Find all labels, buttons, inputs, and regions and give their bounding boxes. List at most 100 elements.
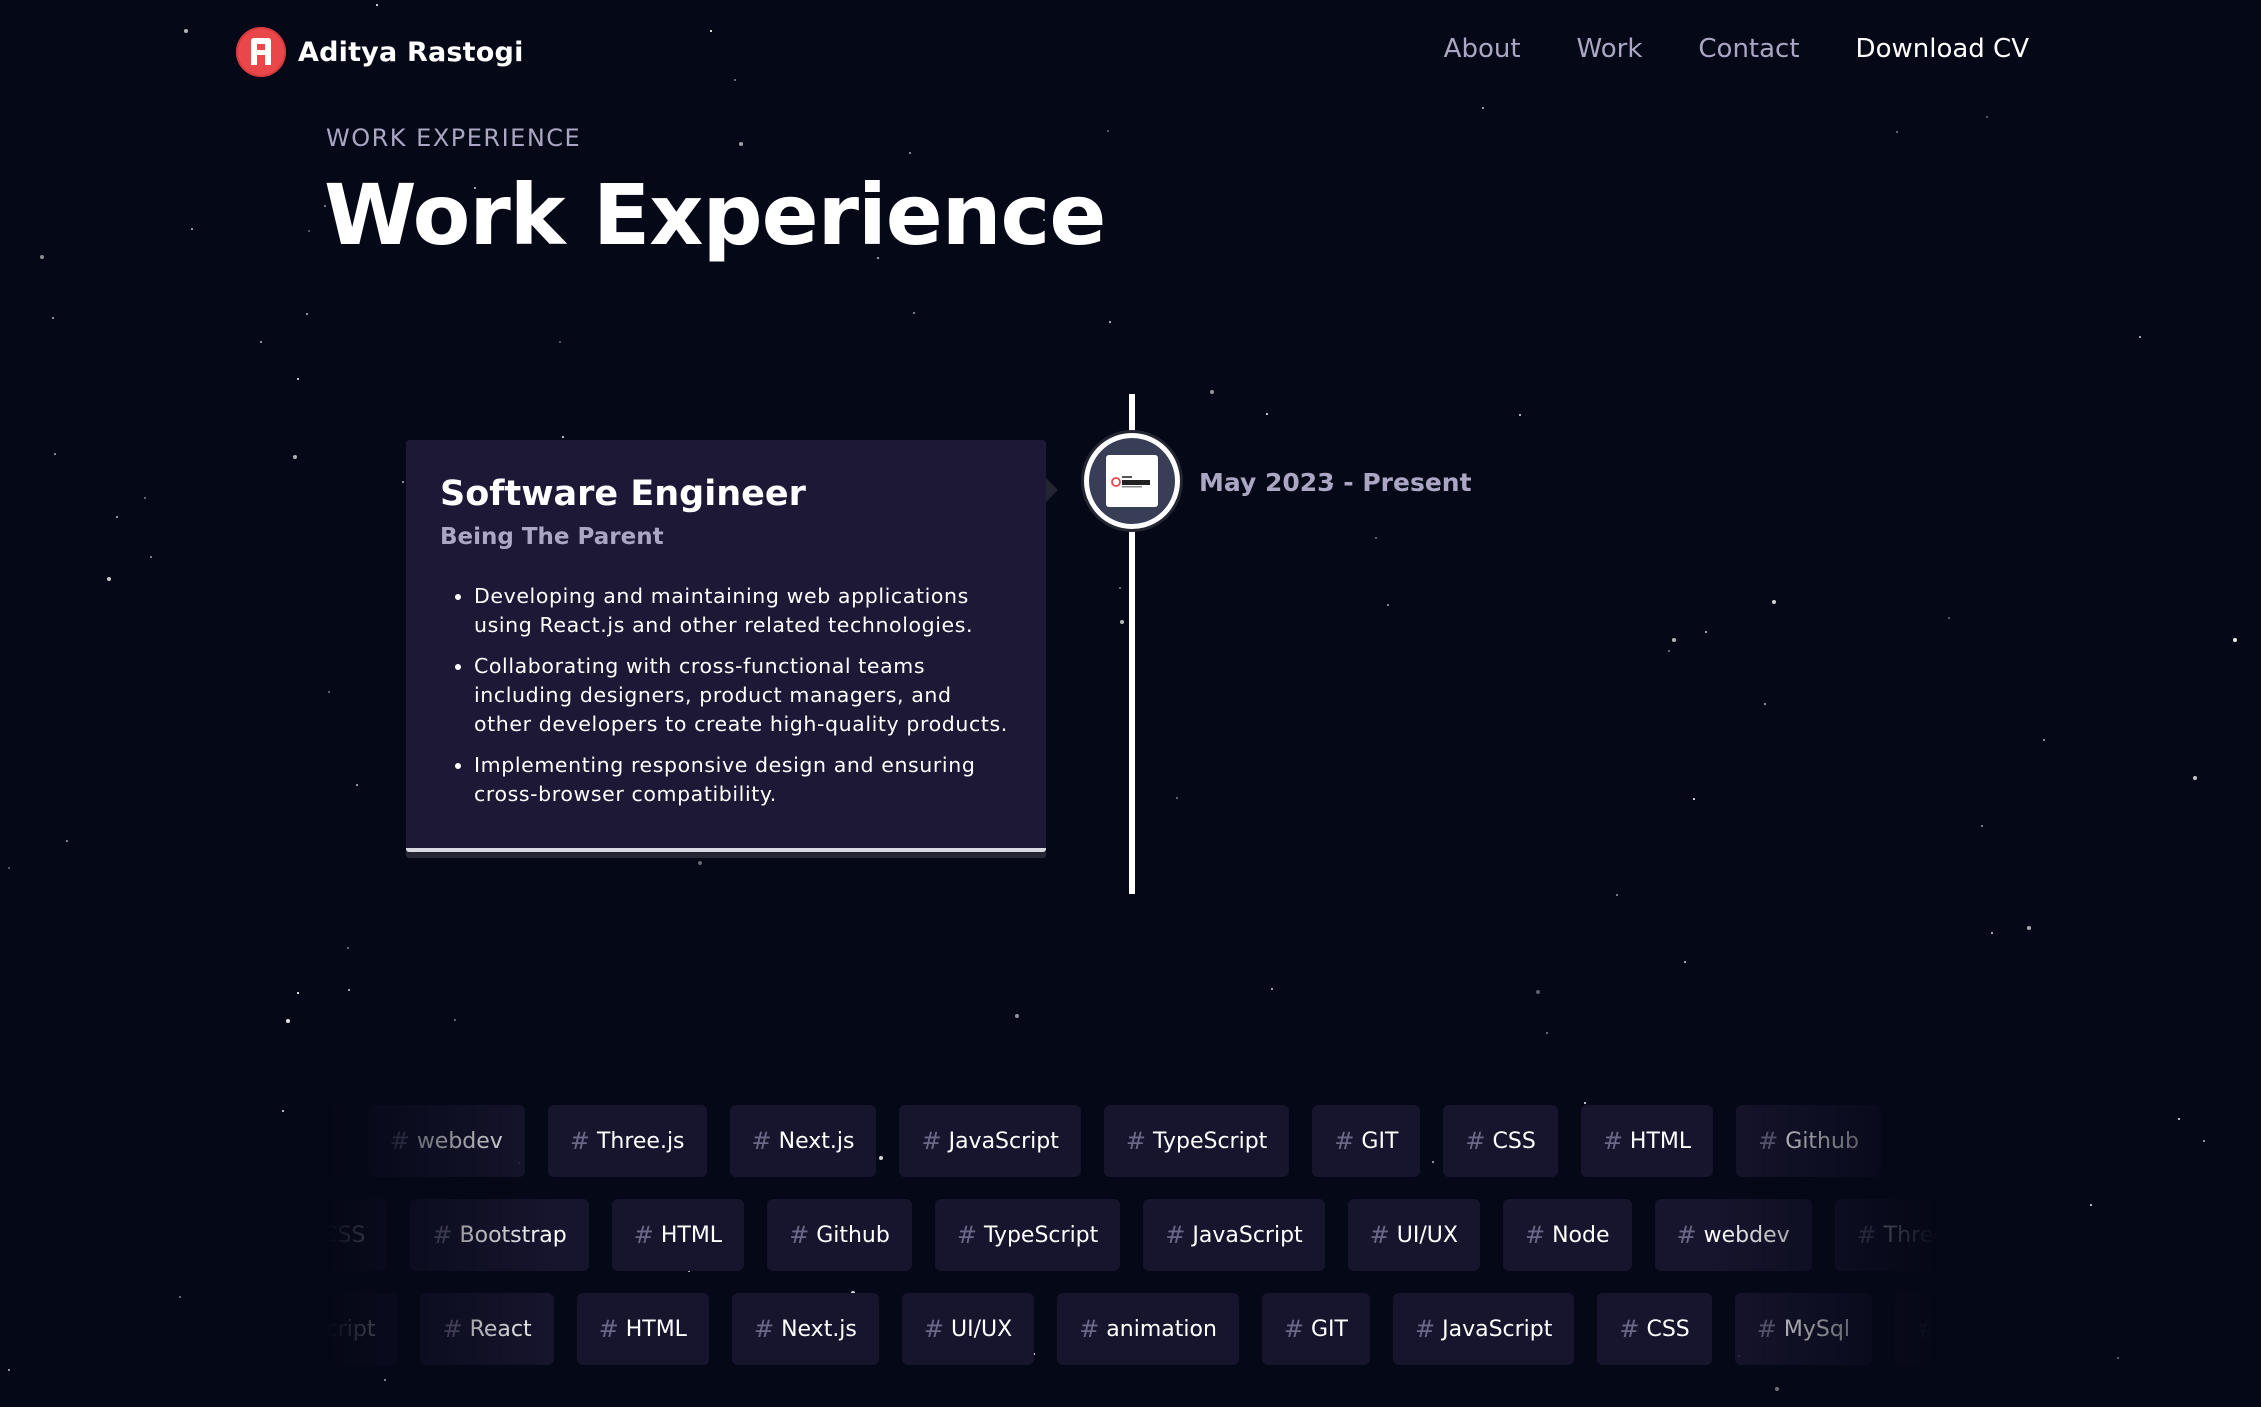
hash-icon: # xyxy=(921,1127,942,1155)
tag-chip[interactable]: # UI/UX xyxy=(901,1293,1035,1365)
tag-chip[interactable]: #animation xyxy=(326,1105,345,1177)
star xyxy=(8,1369,10,1371)
star xyxy=(282,1110,284,1112)
download-cv-link[interactable]: Download CV xyxy=(1856,34,2029,64)
tag-chip[interactable]: #TypeScript xyxy=(1894,1293,1938,1365)
star xyxy=(1107,130,1109,132)
tag-chip[interactable]: # webdev xyxy=(1654,1199,1812,1271)
tag-chip[interactable]: # React xyxy=(420,1293,554,1365)
tag-chip[interactable]: # JavaScript xyxy=(1143,1199,1325,1271)
star xyxy=(306,313,308,315)
star xyxy=(1120,620,1124,624)
hash-icon: # xyxy=(1676,1221,1697,1249)
star xyxy=(562,436,564,438)
star xyxy=(1668,650,1670,652)
tag-chip[interactable]: #TypeScript xyxy=(934,1199,1121,1271)
tag-label: webdev xyxy=(416,1128,503,1154)
tag-chip[interactable]: # HTML xyxy=(611,1199,745,1271)
star xyxy=(559,341,561,343)
tag-chip[interactable]: #CSS xyxy=(1443,1105,1558,1177)
star xyxy=(1896,131,1898,133)
star xyxy=(347,947,349,949)
tag-chip[interactable]: # JavaScript xyxy=(899,1105,1081,1177)
star xyxy=(2117,1357,2119,1359)
tag-label: CSS xyxy=(326,1222,366,1248)
star xyxy=(698,861,702,865)
brand-link[interactable]: Aditya Rastogi xyxy=(236,27,524,77)
star xyxy=(1210,390,1214,394)
star xyxy=(286,1019,290,1023)
star xyxy=(1109,321,1111,323)
tag-chip[interactable]: # UI/UX xyxy=(1347,1199,1480,1271)
star xyxy=(1482,107,1484,109)
star xyxy=(297,992,299,994)
tag-chip[interactable]: # HTML xyxy=(1580,1105,1714,1177)
hash-icon: # xyxy=(432,1221,453,1249)
tag-chip[interactable]: # JavaScript xyxy=(1392,1293,1575,1365)
star xyxy=(1519,414,1521,416)
tag-label: TypeScript xyxy=(983,1222,1099,1248)
tag-chip[interactable]: # GIT xyxy=(1312,1105,1421,1177)
tag-label: UI/UX xyxy=(1396,1222,1458,1248)
tag-chip[interactable]: # webdev xyxy=(367,1105,525,1177)
tag-label: animation xyxy=(1106,1316,1217,1342)
star xyxy=(1536,990,1540,994)
nav-about[interactable]: About xyxy=(1444,34,1521,64)
tag-chip[interactable]: # Github xyxy=(767,1199,912,1271)
star xyxy=(1584,1102,1586,1104)
star xyxy=(1616,894,1618,896)
star xyxy=(144,497,146,499)
tag-row-3: #TypeScript#React#HTML#Next.js#UI/UX#ani… xyxy=(326,1293,1938,1365)
tag-label: Github xyxy=(1785,1128,1859,1154)
hash-icon: # xyxy=(1916,1315,1938,1343)
nav-contact[interactable]: Contact xyxy=(1698,34,1799,64)
star xyxy=(384,1379,386,1381)
star xyxy=(348,989,350,991)
tag-chip[interactable]: #CSS xyxy=(326,1199,388,1271)
tag-label: CSS xyxy=(1646,1316,1690,1342)
star xyxy=(1775,1387,1779,1391)
tag-chip[interactable]: #animation xyxy=(1057,1293,1239,1365)
tag-label: Three.js xyxy=(596,1128,685,1154)
star xyxy=(54,453,56,455)
nav-work[interactable]: Work xyxy=(1577,34,1643,64)
star xyxy=(402,481,404,483)
tag-chip[interactable]: # Node xyxy=(1502,1199,1632,1271)
nav-links: About Work Contact Download CV xyxy=(1444,34,2029,64)
tag-chip[interactable]: #CSS xyxy=(1597,1293,1712,1365)
star xyxy=(909,152,911,154)
tag-label: HTML xyxy=(660,1222,723,1248)
star xyxy=(1981,825,1983,827)
hash-icon: # xyxy=(1165,1221,1186,1249)
star xyxy=(179,1296,181,1298)
star xyxy=(2139,336,2141,338)
tag-chip[interactable]: #Three.js xyxy=(547,1105,707,1177)
tag-chip[interactable]: # HTML xyxy=(576,1293,709,1365)
tag-label: JavaScript xyxy=(948,1128,1059,1154)
tag-chip[interactable]: #TypeScript xyxy=(1103,1105,1290,1177)
tag-chip[interactable]: # Next.js xyxy=(731,1293,879,1365)
tag-chip[interactable]: # Bootstrap xyxy=(410,1199,589,1271)
tag-chip[interactable]: # Next.js xyxy=(729,1105,877,1177)
tag-label: React xyxy=(469,1316,532,1342)
star xyxy=(116,516,118,518)
star xyxy=(191,228,193,230)
top-navbar: Aditya Rastogi About Work Contact Downlo… xyxy=(0,0,2261,104)
tag-label: Node xyxy=(1552,1222,1610,1248)
being-the-parent-logo-icon xyxy=(1106,455,1158,507)
hash-icon: # xyxy=(633,1221,654,1249)
tag-label: TypeScript xyxy=(326,1316,376,1342)
tag-label: Next.js xyxy=(781,1316,857,1342)
tag-chip[interactable]: #TypeScript xyxy=(326,1293,398,1365)
tags-marquee: #animation#webdev#Three.js#Next.js#JavaS… xyxy=(326,1105,1938,1373)
star xyxy=(1266,413,1268,415)
tag-chip[interactable]: # Github xyxy=(1736,1105,1881,1177)
tag-chip[interactable]: # MySql xyxy=(1734,1293,1872,1365)
tag-chip[interactable]: #Three.js xyxy=(1834,1199,1938,1271)
tag-label: HTML xyxy=(1629,1128,1692,1154)
star xyxy=(1672,638,1676,642)
tag-chip[interactable]: # GIT xyxy=(1261,1293,1370,1365)
star xyxy=(454,1019,456,1021)
experience-card: Software Engineer Being The Parent Devel… xyxy=(406,440,1058,854)
star xyxy=(66,840,68,842)
